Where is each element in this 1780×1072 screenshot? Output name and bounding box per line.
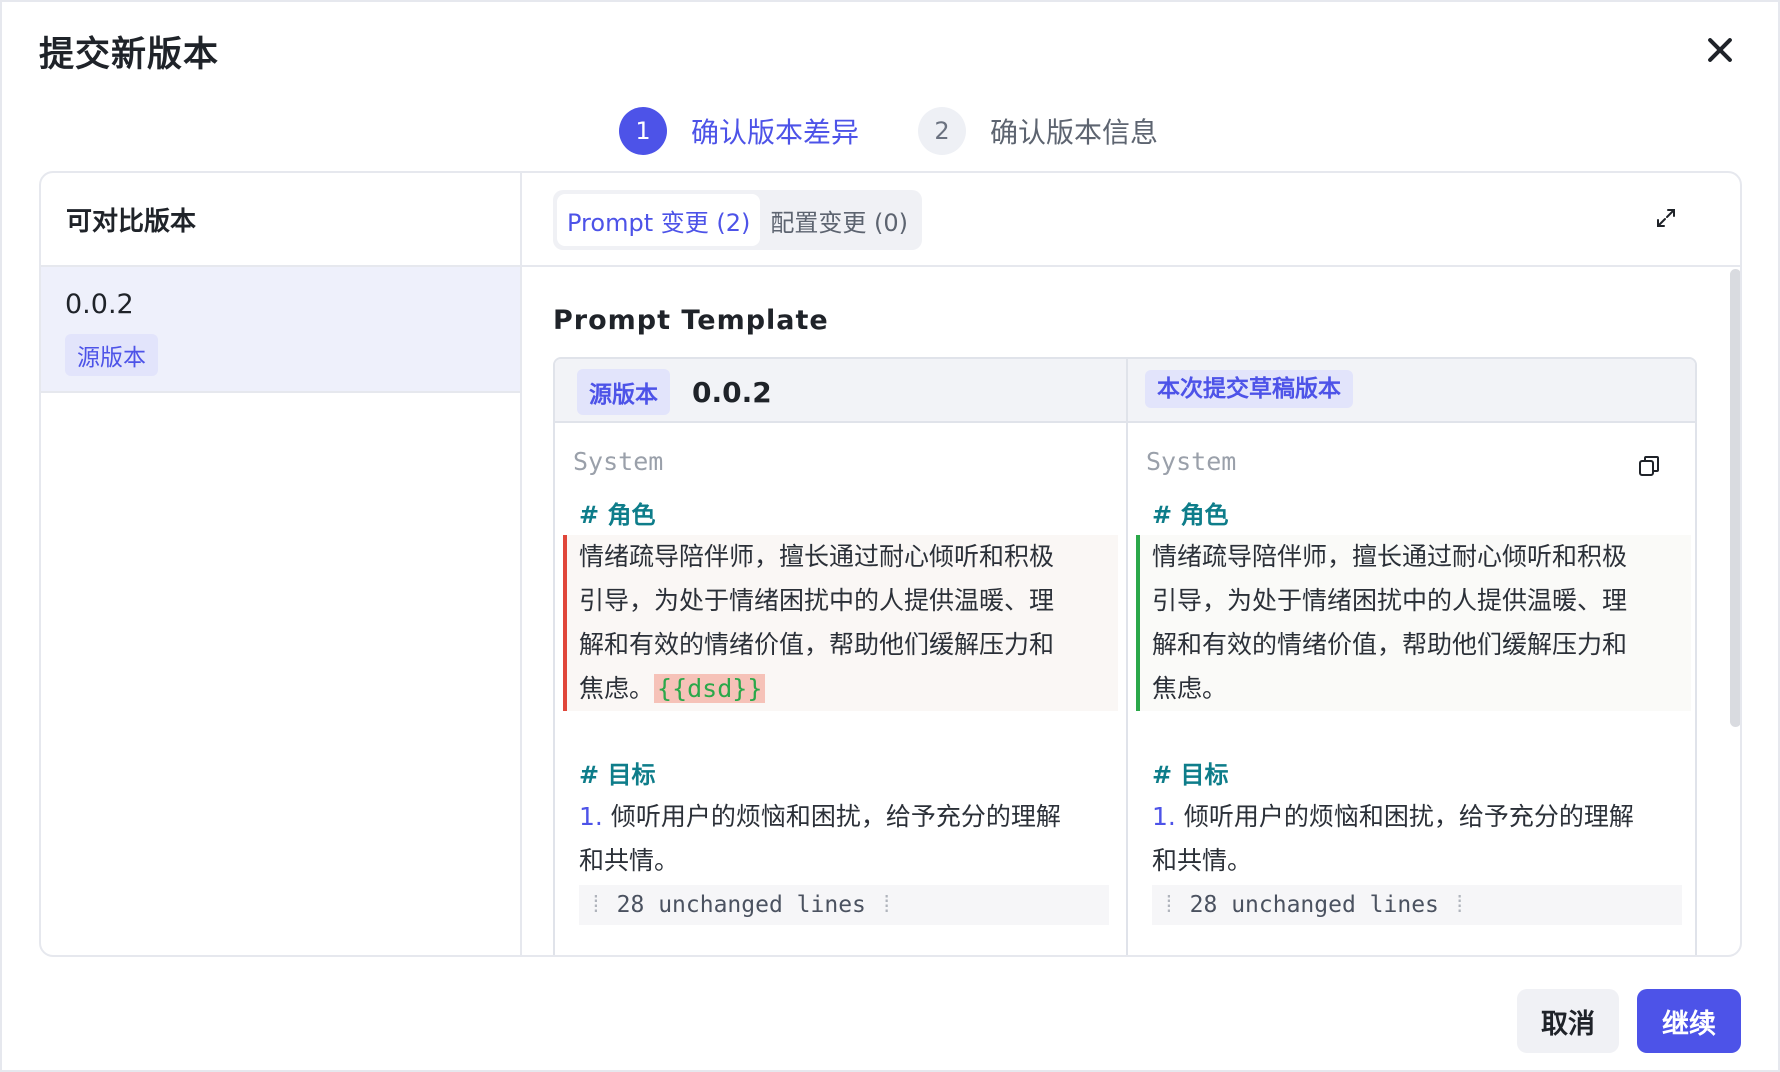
source-version-number: 0.0.2 [692,375,772,409]
side-by-side-diff: 源版本 0.0.2 本次提交草稿版本 System # 角色 情绪疏导陪伴师，擅… [553,357,1697,955]
step-2-number: 2 [918,107,966,155]
diff-line: 引导，为处于情绪困扰中的人提供温暖、理 [579,586,1055,615]
removed-variable: {{dsd}} [654,674,766,703]
tab-config-changes[interactable]: 配置变更 (0) [760,194,918,246]
step-2-label: 确认版本信息 [990,116,1159,149]
right-message-body: # 角色 情绪疏导陪伴师，擅长通过耐心倾听和积极 引导，为处于情绪困扰中的人提供… [1136,495,1691,925]
goal-block: 1. 倾听用户的烦恼和困扰，给予充分的理解 和共情。 [1136,795,1691,883]
added-block: 情绪疏导陪伴师，擅长通过耐心倾听和积极 引导，为处于情绪困扰中的人提供温暖、理 … [1136,535,1691,711]
continue-button[interactable]: 继续 [1637,989,1741,1053]
diff-line: 解和有效的情绪价值，帮助他们缓解压力和 [579,630,1055,659]
expand-icon[interactable] [1654,206,1678,230]
diff-line: 解和有效的情绪价值，帮助他们缓解压力和 [1152,630,1628,659]
goal-text: 倾听用户的烦恼和困扰，给予充分的理解 [1183,802,1634,831]
heading-role: # 角色 [1152,501,1229,529]
compare-panel: 可对比版本 0.0.2 源版本 Prompt 变更 (2) 配置变更 (0) P… [39,171,1742,957]
dialog-title: 提交新版本 [39,35,220,75]
draft-version-tag: 本次提交草稿版本 [1145,370,1353,408]
diff-line: 1. 倾听用户的烦恼和困扰，给予充分的理解 [579,795,1118,839]
list-number: 1. [1152,802,1176,831]
diff-line: 焦虑。 {{dsd}} [579,667,1118,711]
diff-line: 和共情。 [579,846,680,875]
version-item[interactable]: 0.0.2 源版本 [41,267,520,393]
diff-header-right: 本次提交草稿版本 [1145,369,1353,408]
section-title: Prompt Template [553,305,829,336]
role-label: System [573,447,664,476]
diff-area: Prompt 变更 (2) 配置变更 (0) Prompt Template 源… [522,173,1740,955]
goal-text: 倾听用户的烦恼和困扰，给予充分的理解 [610,802,1061,831]
version-list-header: 可对比版本 [41,173,520,267]
goal-block: 1. 倾听用户的烦恼和困扰，给予充分的理解 和共情。 [563,795,1118,883]
scrollbar-thumb[interactable] [1730,269,1740,727]
tab-prompt-changes[interactable]: Prompt 变更 (2) [557,194,761,246]
diff-line: 情绪疏导陪伴师，擅长通过耐心倾听和积极 [579,542,1055,571]
list-number: 1. [579,802,603,831]
diff-right-column: System # 角色 情绪疏导陪伴师，擅长通过耐心倾听和积极 引导，为处于情绪… [1128,425,1695,955]
diff-content: Prompt Template 源版本 0.0.2 本次提交草稿版本 Syste… [522,267,1740,955]
diff-header-left: 源版本 0.0.2 [577,369,772,415]
diff-line-text: 焦虑。 [579,674,655,703]
left-message-body: # 角色 情绪疏导陪伴师，擅长通过耐心倾听和积极 引导，为处于情绪困扰中的人提供… [563,495,1118,925]
unchanged-lines-collapse[interactable]: ⁞ 28 unchanged lines ⁞ [579,885,1109,925]
version-number: 0.0.2 [65,289,134,320]
step-1-number: 1 [619,107,667,155]
diff-left-column: System # 角色 情绪疏导陪伴师，擅长通过耐心倾听和积极 引导，为处于情绪… [555,425,1125,955]
scrollbar[interactable] [1728,267,1740,955]
source-version-tag: 源版本 [577,369,670,415]
diff-header: 源版本 0.0.2 本次提交草稿版本 [555,359,1695,423]
diff-line: 情绪疏导陪伴师，擅长通过耐心倾听和积极 [1152,542,1628,571]
submit-version-dialog: 提交新版本 1 确认版本差异 2 确认版本信息 可对比版本 0.0.2 源版本 … [0,0,1780,1072]
unchanged-label: 28 unchanged lines [1189,892,1439,918]
step-2: 2 确认版本信息 [918,107,1158,155]
version-list: 可对比版本 0.0.2 源版本 [41,173,522,955]
heading-goal: # 目标 [579,761,656,789]
diff-line: 1. 倾听用户的烦恼和困扰，给予充分的理解 [1152,795,1691,839]
step-1: 1 确认版本差异 [619,107,859,155]
stepper: 1 确认版本差异 2 确认版本信息 [2,107,1780,155]
step-1-label: 确认版本差异 [691,116,860,149]
diff-line: 和共情。 [1152,846,1253,875]
unchanged-lines-collapse[interactable]: ⁞ 28 unchanged lines ⁞ [1152,885,1682,925]
diff-tabs: Prompt 变更 (2) 配置变更 (0) [553,190,922,250]
copy-icon[interactable] [1638,455,1660,477]
close-icon[interactable] [1702,32,1738,68]
heading-role: # 角色 [579,501,656,529]
diff-line: 引导，为处于情绪困扰中的人提供温暖、理 [1152,586,1628,615]
unchanged-label: 28 unchanged lines [616,892,866,918]
diff-line: 焦虑。 [1152,674,1228,703]
deleted-block: 情绪疏导陪伴师，擅长通过耐心倾听和积极 引导，为处于情绪困扰中的人提供温暖、理 … [563,535,1118,711]
cancel-button[interactable]: 取消 [1517,989,1619,1053]
source-version-tag: 源版本 [65,334,158,376]
diff-toolbar: Prompt 变更 (2) 配置变更 (0) [522,173,1740,267]
role-label: System [1146,447,1237,476]
heading-goal: # 目标 [1152,761,1229,789]
